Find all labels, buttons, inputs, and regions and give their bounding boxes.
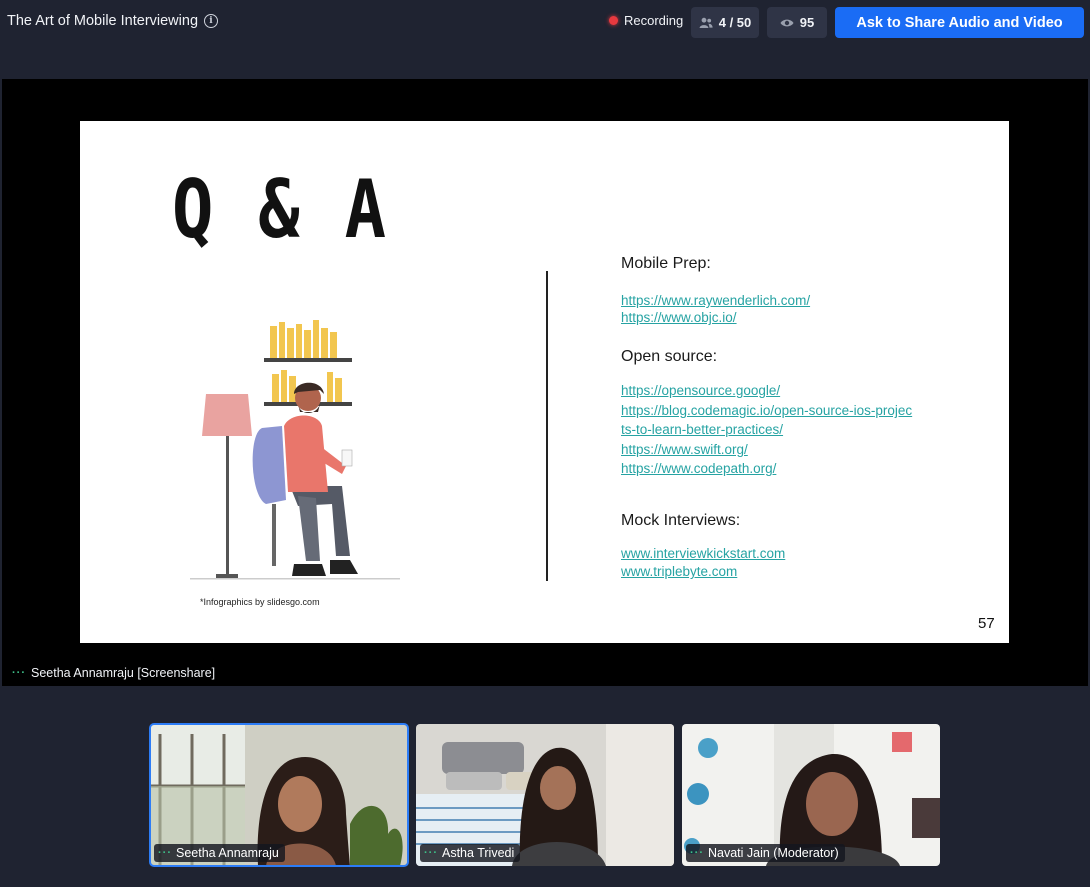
speaking-dots-icon: ··· [424,847,438,859]
slide-credit: *Infographics by slidesgo.com [200,597,320,607]
slide-link[interactable]: https://www.codepath.org/ [621,461,776,476]
person-reading-illustration [190,320,400,580]
participant-label: ··· Astha Trivedi [420,844,521,862]
recording-dot-icon [609,16,618,25]
meeting-title: The Art of Mobile Interviewing [7,13,199,29]
participant-name: Astha Trivedi [442,846,515,860]
participant-tile[interactable]: ··· Navati Jain (Moderator) [682,724,940,866]
recording-label: Recording [624,13,684,28]
participants-count: 4 / 50 [718,15,752,30]
info-icon[interactable]: i [204,14,219,28]
slide-link[interactable]: https://www.swift.org/ [621,442,748,457]
slide-link[interactable]: https://www.objc.io/ [621,310,737,325]
screenshare-stage: Q & A Mobile Prep: https://www.raywender… [2,79,1088,686]
eye-icon [780,19,794,26]
slide-link[interactable]: ts-to-learn-better-practices/ [621,422,783,437]
section-heading-mobile-prep: Mobile Prep: [621,255,711,272]
people-icon [699,17,713,28]
slide-link[interactable]: www.triplebyte.com [621,564,737,579]
section-heading-mock-interviews: Mock Interviews: [621,512,741,529]
top-bar: The Art of Mobile Interviewing i Recordi… [0,0,1090,44]
recording-indicator: Recording [609,13,683,28]
slide-link[interactable]: https://blog.codemagic.io/open-source-io… [621,403,912,418]
slide-link[interactable]: https://opensource.google/ [621,383,780,398]
participants-count-button[interactable]: 4 / 50 [691,7,759,38]
speaking-dots-icon: ··· [158,847,172,859]
slide-page-number: 57 [978,615,995,632]
viewers-count-button[interactable]: 95 [767,7,827,38]
presentation-slide: Q & A Mobile Prep: https://www.raywender… [80,121,1009,643]
slide-divider [546,271,548,581]
slide-title: Q & A [172,163,388,256]
participant-tile[interactable]: ··· Astha Trivedi [416,724,674,866]
speaking-dots-icon: ··· [690,847,704,859]
participant-name: Seetha Annamraju [176,846,279,860]
slide-link[interactable]: www.interviewkickstart.com [621,546,785,561]
screenshare-label: ··· Seetha Annamraju [Screenshare] [12,666,215,680]
speaking-dots-icon: ··· [12,667,26,679]
slide-link[interactable]: https://www.raywenderlich.com/ [621,293,810,308]
participant-label: ··· Navati Jain (Moderator) [686,844,845,862]
participant-tile[interactable]: ··· Seetha Annamraju [149,723,409,867]
meeting-title-group: The Art of Mobile Interviewing i [7,13,219,29]
ask-to-share-button[interactable]: Ask to Share Audio and Video [835,7,1084,38]
screenshare-owner: Seetha Annamraju [Screenshare] [31,666,216,680]
participant-name: Navati Jain (Moderator) [708,846,839,860]
viewers-count: 95 [799,15,815,30]
participant-label: ··· Seetha Annamraju [154,844,285,862]
section-heading-open-source: Open source: [621,348,718,365]
